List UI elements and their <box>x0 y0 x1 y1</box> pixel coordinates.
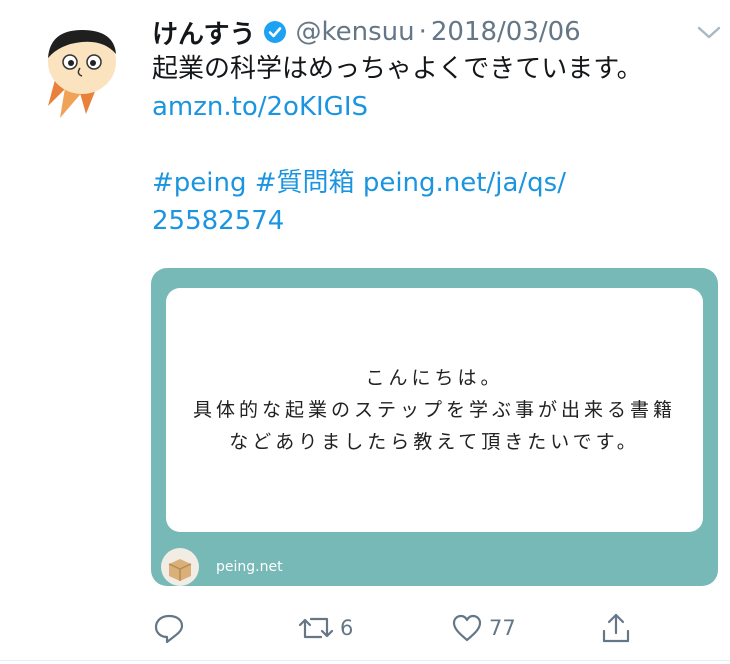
card-source-label: peing.net <box>216 559 283 575</box>
question-line: などありましたら教えて頂きたいです。 <box>229 431 640 453</box>
peing-box-icon <box>161 548 199 586</box>
author-avatar[interactable] <box>42 26 124 118</box>
chevron-down-icon <box>697 26 721 39</box>
question-line: こんにちは。 <box>365 367 504 389</box>
hashtag-question-box[interactable]: #質問箱 <box>255 168 355 198</box>
share-button[interactable] <box>599 608 633 648</box>
avatar-icon <box>48 30 116 118</box>
meta-separator: · <box>418 17 427 47</box>
author-handle[interactable]: @kensuu <box>295 17 414 47</box>
tweet-actions: 6 77 <box>152 608 652 648</box>
link-card[interactable]: こんにちは。 具体的な起業のステップを学ぶ事が出来る書籍 などありましたら教えて… <box>151 268 718 586</box>
tweet-date[interactable]: 2018/03/06 <box>431 17 581 47</box>
peing-link-part-2[interactable]: 25582574 <box>152 206 284 236</box>
share-icon <box>602 613 630 643</box>
peing-link-part-1[interactable]: peing.net/ja/qs/ <box>363 168 566 198</box>
tweet-text-line: 起業の科学はめっちゃよくできています。 <box>152 54 643 84</box>
like-icon <box>452 614 482 642</box>
author-display-name[interactable]: けんすう <box>152 14 255 51</box>
retweet-icon <box>298 617 334 639</box>
verified-icon <box>263 20 287 44</box>
card-source: peing.net <box>161 548 283 586</box>
tweet-header: けんすう @kensuu · 2018/03/06 <box>152 12 581 52</box>
tweet-link[interactable]: amzn.to/2oKIGIS <box>152 92 368 122</box>
tweet-divider <box>0 660 730 661</box>
hashtag-peing[interactable]: #peing <box>152 168 247 198</box>
like-button[interactable]: 77 <box>450 608 516 648</box>
retweet-count: 6 <box>340 616 354 640</box>
retweet-button[interactable]: 6 <box>297 608 353 648</box>
tweet-text: 起業の科学はめっちゃよくできています。 amzn.to/2oKIGIS #pei… <box>152 50 712 240</box>
question-line: 具体的な起業のステップを学ぶ事が出来る書籍 <box>192 399 676 421</box>
question-card: こんにちは。 具体的な起業のステップを学ぶ事が出来る書籍 などありましたら教えて… <box>166 288 703 532</box>
reply-button[interactable] <box>152 608 191 648</box>
like-count: 77 <box>489 616 516 640</box>
tweet-menu-button[interactable] <box>694 20 724 44</box>
reply-icon <box>154 614 184 644</box>
